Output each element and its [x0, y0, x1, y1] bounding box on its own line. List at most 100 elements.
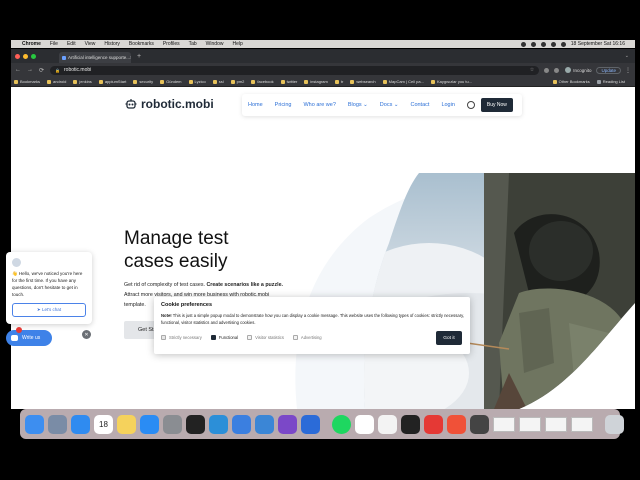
- chrome-icon[interactable]: [355, 414, 374, 434]
- menu-view[interactable]: View: [85, 41, 96, 47]
- bookmark-item[interactable]: jenkins: [73, 79, 92, 84]
- launchpad-icon[interactable]: [48, 414, 67, 434]
- got-it-button[interactable]: Got it: [436, 331, 462, 345]
- status-icon[interactable]: [530, 41, 536, 47]
- menu-window[interactable]: Window: [206, 41, 224, 47]
- git-icon[interactable]: [470, 414, 489, 434]
- lets-chat-button[interactable]: ➤ Let's chat: [12, 303, 86, 317]
- zoom-window-icon[interactable]: [31, 53, 36, 59]
- checkbox-advertising[interactable]: [292, 335, 298, 340]
- extension-icon[interactable]: [544, 67, 550, 73]
- incognito-indicator[interactable]: Incognito: [565, 67, 591, 73]
- system-preferences-icon[interactable]: [163, 414, 182, 434]
- bookmark-item[interactable]: security: [133, 79, 153, 84]
- nav-docs[interactable]: Docs ⌄: [380, 102, 399, 108]
- tab-search-icon[interactable]: ⌄: [625, 53, 629, 59]
- close-tab-icon[interactable]: ×: [130, 55, 131, 60]
- nav-pricing[interactable]: Pricing: [275, 102, 292, 108]
- nav-contact[interactable]: Contact: [410, 102, 429, 108]
- incognito-icon: [565, 67, 572, 73]
- intellij-icon[interactable]: [186, 414, 205, 434]
- other-bookmarks[interactable]: Other Bookmarks: [552, 79, 590, 84]
- bookmark-item[interactable]: websearch: [350, 79, 376, 84]
- anydesk-icon[interactable]: [424, 414, 443, 434]
- bookmark-item[interactable]: Kaygısızlar you tu...: [430, 79, 472, 84]
- back-icon[interactable]: ←: [15, 67, 21, 73]
- bookmark-item[interactable]: Gündem: [160, 79, 182, 84]
- minimized-window-thumbnail[interactable]: [571, 416, 593, 432]
- extension-icon[interactable]: [554, 67, 560, 73]
- checkbox-statistics[interactable]: [247, 335, 253, 340]
- terminal-icon[interactable]: [401, 414, 420, 434]
- minimize-window-icon[interactable]: [23, 53, 28, 59]
- proxy-icon[interactable]: [301, 414, 320, 434]
- menubar-datetime[interactable]: 18 September Sat 16:16: [571, 41, 625, 47]
- checkbox-functional[interactable]: [210, 335, 216, 340]
- close-window-icon[interactable]: [15, 53, 20, 59]
- bookmark-item[interactable]: ssl: [212, 79, 224, 84]
- finder-icon[interactable]: [25, 414, 44, 434]
- write-us-launcher[interactable]: Write us: [6, 327, 52, 346]
- bookmark-item[interactable]: android: [47, 79, 66, 84]
- bookmark-item[interactable]: instagram: [304, 79, 328, 84]
- checkbox-strict[interactable]: [161, 335, 166, 340]
- slack-icon[interactable]: [378, 414, 397, 434]
- new-tab-icon[interactable]: +: [137, 53, 141, 60]
- bookmark-star-icon[interactable]: ☆: [530, 67, 534, 73]
- lock-icon[interactable]: 🔒: [55, 68, 60, 73]
- bookmark-item[interactable]: pm2: [230, 79, 244, 84]
- reload-icon[interactable]: ⟳: [39, 67, 44, 74]
- buy-now-button[interactable]: Buy Now: [480, 98, 513, 112]
- bookmark-label: jenkins: [79, 79, 92, 84]
- bookmark-item[interactable]: facebook: [251, 79, 274, 84]
- menu-file[interactable]: File: [50, 41, 58, 47]
- bookmark-item[interactable]: tr: [334, 79, 343, 84]
- url-field[interactable]: 🔒 robotic.mobi ☆: [50, 65, 540, 75]
- minimized-window-thumbnail[interactable]: [545, 416, 567, 432]
- swift-icon[interactable]: [447, 414, 466, 434]
- menu-tab[interactable]: Tab: [189, 41, 197, 47]
- minimized-window-thumbnail[interactable]: [493, 416, 515, 432]
- menu-chrome[interactable]: Chrome: [22, 41, 41, 47]
- minimized-window-thumbnail[interactable]: [519, 416, 541, 432]
- appstore-icon[interactable]: [140, 414, 159, 434]
- nav-blogs[interactable]: Blogs ⌄: [348, 102, 368, 108]
- visual-studio-icon[interactable]: [278, 414, 297, 434]
- menu-edit[interactable]: Edit: [67, 41, 76, 47]
- nav-login[interactable]: Login: [441, 102, 454, 108]
- safari-icon[interactable]: [71, 414, 90, 434]
- menu-bookmarks[interactable]: Bookmarks: [129, 41, 154, 47]
- close-chat-icon[interactable]: ✕: [82, 330, 91, 339]
- spotify-icon[interactable]: [332, 414, 351, 434]
- folder-icon: [251, 79, 256, 84]
- menu-history[interactable]: History: [104, 41, 120, 47]
- notes-icon[interactable]: [117, 414, 136, 434]
- menu-profiles[interactable]: Profiles: [163, 41, 180, 47]
- status-icon[interactable]: [520, 41, 526, 47]
- bookmark-item[interactable]: Bookmarks: [14, 79, 40, 84]
- more-menu-icon[interactable]: ⋮: [625, 67, 631, 74]
- user-account-icon[interactable]: [466, 101, 475, 109]
- bookmark-item[interactable]: Lyzico: [188, 79, 206, 84]
- menu-help[interactable]: Help: [232, 41, 242, 47]
- xcode-icon[interactable]: [232, 414, 251, 434]
- bookmark-item[interactable]: twitter: [280, 79, 297, 84]
- calendar-icon[interactable]: 18: [94, 414, 113, 434]
- forward-icon[interactable]: →: [27, 67, 33, 73]
- nav-home[interactable]: Home: [248, 102, 263, 108]
- nav-who-are-we[interactable]: Who are we?: [303, 102, 335, 108]
- vscode-icon[interactable]: [209, 414, 228, 434]
- android-studio-icon[interactable]: [255, 414, 274, 434]
- site-logo[interactable]: robotic.mobi: [125, 97, 214, 111]
- battery-icon[interactable]: [540, 41, 546, 47]
- update-button[interactable]: Update: [596, 66, 621, 74]
- reading-list[interactable]: Reading List: [596, 79, 625, 84]
- bookmark-item[interactable]: appiumStart: [98, 79, 126, 84]
- wifi-icon[interactable]: [550, 41, 556, 47]
- spotlight-icon[interactable]: [560, 41, 566, 47]
- trash-icon[interactable]: [605, 414, 624, 434]
- browser-tab[interactable]: Artificial intelligence supporte... ×: [59, 52, 131, 63]
- option-statistics-label: Visitor statistics: [255, 335, 284, 340]
- bookmark-item[interactable]: MapCam | Cell pa...: [382, 79, 424, 84]
- folder-icon: [188, 79, 193, 84]
